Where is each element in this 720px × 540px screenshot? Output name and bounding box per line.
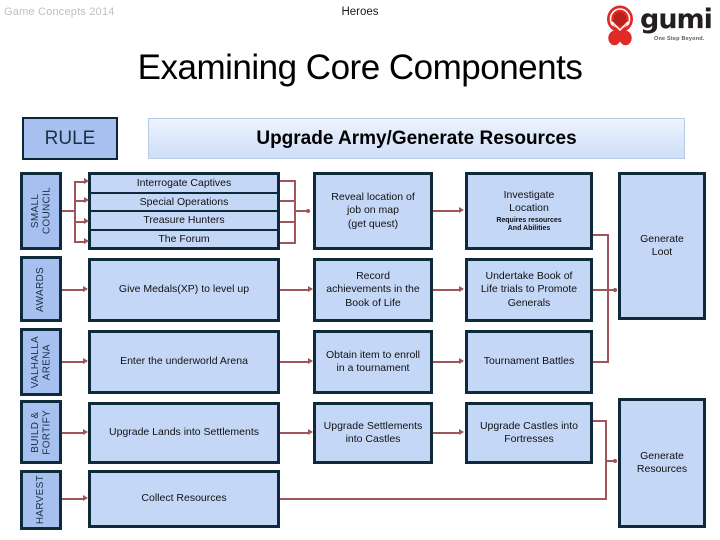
connector-line	[280, 498, 607, 500]
connector-dot	[613, 459, 617, 463]
stack-small-council-actions: Interrogate Captives Special Operations …	[88, 172, 280, 250]
box-collect-resources[interactable]: Collect Resources	[88, 470, 280, 528]
connector-line	[62, 210, 74, 212]
page-title: Examining Core Components	[137, 48, 583, 87]
slide-root: Game Concepts 2014 Heroes gumi One Step …	[0, 0, 720, 540]
connector-line	[433, 361, 461, 363]
box-upgrade-lands[interactable]: Upgrade Lands into Settlements	[88, 402, 280, 464]
connector-arrow	[459, 357, 464, 364]
gumi-logo: gumi One Step Beyond.	[602, 2, 714, 50]
box-give-medals[interactable]: Give Medals(XP) to level up	[88, 258, 280, 322]
banner-label: Upgrade Army/Generate Resources	[256, 127, 577, 149]
category-label: BUILD & FORTIFY	[29, 409, 53, 455]
connector-arrow	[308, 285, 313, 292]
gumi-tagline: One Step Beyond.	[654, 36, 705, 42]
connector-line	[62, 432, 84, 434]
box-upgrade-settlements[interactable]: Upgrade Settlements into Castles	[313, 402, 433, 464]
connector-line	[62, 361, 84, 363]
connector-arrow	[84, 217, 89, 224]
box-investigate-location[interactable]: Investigate Location Requires resources …	[465, 172, 593, 250]
connector-line	[433, 210, 461, 212]
connector-arrow	[308, 428, 313, 435]
connector-line	[62, 289, 84, 291]
connector-arrow	[84, 237, 89, 244]
connector-line	[433, 432, 461, 434]
box-generate-loot[interactable]: Generate Loot	[618, 172, 706, 320]
category-build-fortify[interactable]: BUILD & FORTIFY	[20, 400, 62, 464]
box-record-achievements[interactable]: Record achievements in the Book of Life	[313, 258, 433, 322]
connector-line	[280, 361, 310, 363]
box-obtain-item[interactable]: Obtain item to enroll in a tournament	[313, 330, 433, 394]
category-label: VALHALLA ARENA	[29, 335, 53, 389]
connector-dot	[613, 288, 617, 292]
list-item[interactable]: Interrogate Captives	[91, 175, 277, 194]
box-reveal-location[interactable]: Reveal location of job on map (get quest…	[313, 172, 433, 250]
list-item[interactable]: The Forum	[91, 231, 277, 248]
rule-label: RULE	[44, 127, 96, 149]
category-awards[interactable]: AWARDS	[20, 256, 62, 322]
list-item[interactable]: Treasure Hunters	[91, 212, 277, 231]
gumi-wordmark: gumi	[640, 4, 713, 35]
connector-dot	[306, 209, 310, 213]
list-item[interactable]: Special Operations	[91, 194, 277, 212]
box-label: Investigate Location	[503, 188, 555, 214]
connector-line	[280, 432, 310, 434]
connector-arrow	[459, 428, 464, 435]
connector-arrow	[459, 206, 464, 213]
category-label: HARVEST	[35, 475, 47, 525]
banner-box: Upgrade Army/Generate Resources	[148, 118, 685, 159]
connector-arrow	[83, 494, 88, 501]
box-upgrade-castles[interactable]: Upgrade Castles into Fortresses	[465, 402, 593, 464]
rule-box: RULE	[22, 117, 118, 160]
category-harvest[interactable]: HARVEST	[20, 470, 62, 530]
box-tournament-battles[interactable]: Tournament Battles	[465, 330, 593, 394]
connector-arrow	[83, 357, 88, 364]
connector-line	[607, 234, 609, 362]
connector-arrow	[83, 428, 88, 435]
category-small-council[interactable]: SMALL COUNCIL	[20, 172, 62, 250]
box-undertake-book-of-life[interactable]: Undertake Book of Life trials to Promote…	[465, 258, 593, 322]
connector-line	[74, 181, 76, 241]
category-label: AWARDS	[35, 266, 47, 312]
connector-arrow	[83, 285, 88, 292]
connector-line	[433, 289, 461, 291]
connector-line	[62, 498, 84, 500]
box-generate-resources[interactable]: Generate Resources	[618, 398, 706, 528]
connector-arrow	[459, 285, 464, 292]
box-enter-arena[interactable]: Enter the underworld Arena	[88, 330, 280, 394]
connector-arrow	[84, 177, 89, 184]
gumi-droplet-logo-icon	[607, 5, 633, 46]
box-sublabel: Requires resources And Abilities	[496, 217, 562, 233]
connector-arrow	[308, 357, 313, 364]
category-valhalla-arena[interactable]: VALHALLA ARENA	[20, 328, 62, 396]
connector-line	[280, 289, 310, 291]
connector-arrow	[84, 196, 89, 203]
category-label: SMALL COUNCIL	[29, 187, 53, 235]
